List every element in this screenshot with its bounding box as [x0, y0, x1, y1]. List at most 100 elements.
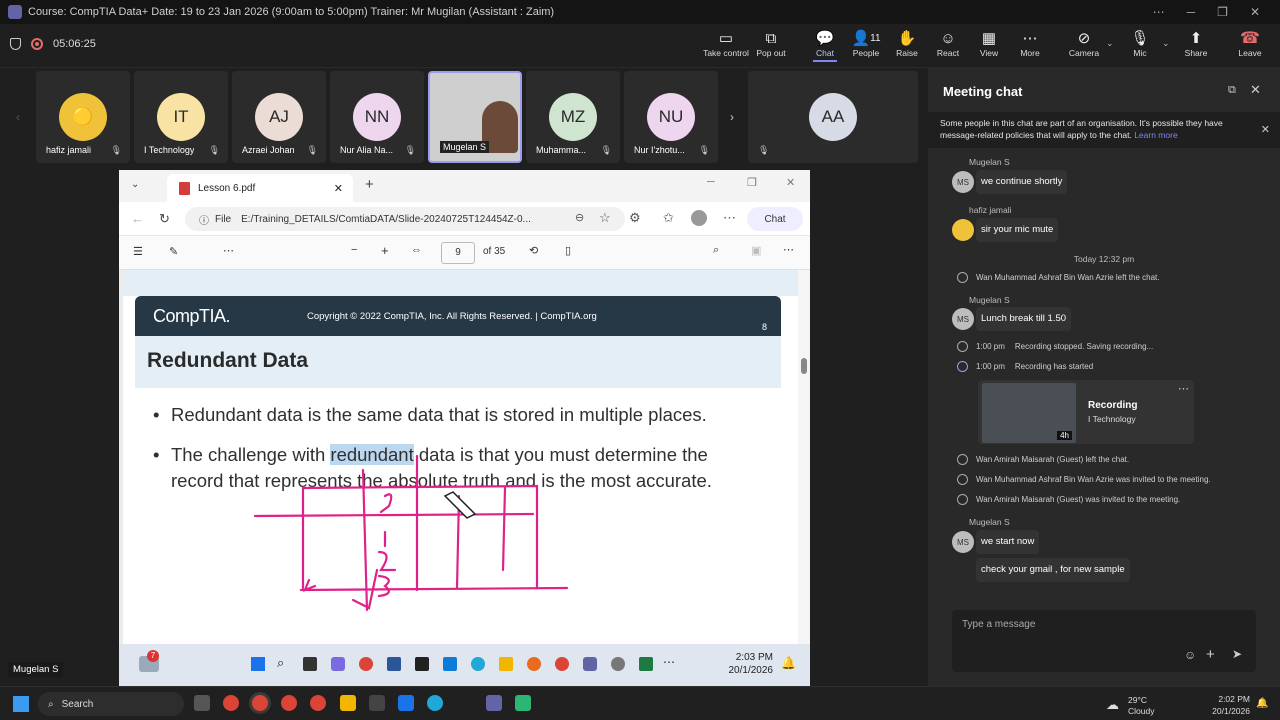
message-compose-box[interactable]: Type a message ☺ + ➤: [952, 610, 1256, 672]
share-button[interactable]: ⬆ Share: [1172, 28, 1220, 58]
participant-tile[interactable]: IT I Technology 🎙: [134, 71, 228, 163]
draw-icon[interactable]: ✎: [169, 245, 178, 258]
app-icon[interactable]: [303, 657, 317, 671]
zoom-out-icon[interactable]: −: [351, 244, 357, 256]
minimize-button[interactable]: ─: [1187, 5, 1196, 19]
taskbar-search[interactable]: ⌕ Search: [38, 692, 184, 716]
recording-card[interactable]: 4h Recording I Technology ⋯: [978, 380, 1194, 444]
save-icon[interactable]: ▣: [751, 244, 761, 257]
settings-icon[interactable]: [611, 657, 625, 671]
strip-next-arrow-icon[interactable]: ›: [730, 110, 734, 124]
learn-more-link[interactable]: Learn more: [1134, 130, 1177, 140]
more-tools-icon[interactable]: ⋯: [223, 244, 234, 257]
file-explorer-icon[interactable]: [340, 695, 356, 711]
close-tab-icon[interactable]: ✕: [334, 182, 343, 195]
app-icon[interactable]: [515, 695, 531, 711]
more-apps-icon[interactable]: ⋯: [663, 655, 675, 669]
minimize-browser-button[interactable]: ─: [707, 176, 715, 188]
pdf-viewer[interactable]: CompTIA. Copyright © 2022 CompTIA, Inc. …: [119, 270, 810, 644]
close-window-button[interactable]: ✕: [1250, 5, 1260, 19]
participant-tile[interactable]: NU Nur I'zhotu... 🎙: [624, 71, 718, 163]
maximize-browser-button[interactable]: ❐: [747, 176, 757, 189]
chrome-icon[interactable]: [310, 695, 326, 711]
participant-tile[interactable]: NN Nur Alia Na... 🎙: [330, 71, 424, 163]
chrome-icon[interactable]: [281, 695, 297, 711]
browser-menu-icon[interactable]: ⋯: [723, 210, 736, 226]
close-browser-button[interactable]: ✕: [786, 176, 795, 189]
app-icon[interactable]: [443, 657, 457, 671]
chat-message[interactable]: we continue shortly: [976, 170, 1068, 194]
chat-message[interactable]: Lunch break till 1.50: [976, 307, 1072, 331]
app-icon[interactable]: [331, 657, 345, 671]
chrome-icon[interactable]: [252, 695, 268, 711]
mic-options-chevron-icon[interactable]: ⌄: [1162, 38, 1170, 49]
task-view-icon[interactable]: [194, 695, 210, 711]
pdf-scrollbar[interactable]: [798, 270, 810, 644]
strip-prev-arrow-icon[interactable]: ‹: [16, 110, 20, 124]
copilot-chat-button[interactable]: Chat: [747, 207, 803, 231]
recording-options-icon[interactable]: ⋯: [1178, 382, 1189, 395]
tab-actions-chevron-icon[interactable]: ⌄: [131, 179, 139, 190]
new-tab-icon[interactable]: +: [365, 176, 374, 193]
chrome-icon[interactable]: [223, 695, 239, 711]
app-icon[interactable]: [398, 695, 414, 711]
camera-options-chevron-icon[interactable]: ⌄: [1106, 38, 1114, 49]
contents-list-icon[interactable]: ☰: [133, 245, 143, 258]
take-control-button[interactable]: ▭ Take control: [702, 28, 750, 58]
close-chat-icon[interactable]: ✕: [1250, 82, 1261, 98]
mic-button[interactable]: 🎙 Mic: [1116, 28, 1164, 58]
notification-bell-icon[interactable]: 🔔: [781, 656, 796, 670]
favorites-icon[interactable]: ✩: [663, 210, 674, 226]
edge-icon[interactable]: [427, 695, 443, 711]
more-button[interactable]: ⋯ More: [1006, 28, 1054, 58]
zoom-in-icon[interactable]: +: [381, 243, 389, 258]
url-field[interactable]: ⓘ File E:/Training_DETAILS/ComtiaDATA/Sl…: [185, 207, 625, 231]
leave-button[interactable]: ☎ Leave: [1232, 28, 1268, 58]
refresh-icon[interactable]: ↻: [159, 211, 170, 227]
app-icon[interactable]: [415, 657, 429, 671]
emoji-icon[interactable]: ☺: [1184, 648, 1196, 662]
add-attachment-icon[interactable]: +: [1206, 646, 1215, 663]
camera-button[interactable]: ⊘ Camera: [1060, 28, 1108, 58]
more-options-icon[interactable]: ⋯: [1153, 5, 1165, 19]
chrome-icon[interactable]: [359, 657, 373, 671]
start-icon[interactable]: [251, 657, 265, 671]
chrome-icon[interactable]: [555, 657, 569, 671]
pop-out-chat-icon[interactable]: ⧉: [1228, 84, 1236, 97]
maximize-button[interactable]: ❐: [1217, 5, 1228, 19]
pop-out-button[interactable]: ⧉ Pop out: [747, 28, 795, 59]
favorite-star-icon[interactable]: ☆: [599, 210, 611, 226]
excel-icon[interactable]: [639, 657, 653, 671]
participant-video-tile[interactable]: Mugelan S: [428, 71, 522, 163]
start-icon[interactable]: [13, 696, 29, 712]
profile-avatar[interactable]: [691, 210, 707, 226]
notification-bell-icon[interactable]: 🔔: [1256, 698, 1268, 709]
fit-width-icon[interactable]: ⇔: [411, 244, 422, 256]
pdf-menu-icon[interactable]: ⋯: [783, 243, 794, 256]
file-explorer-icon[interactable]: [499, 657, 513, 671]
participant-tile[interactable]: AA 🎙: [748, 71, 918, 163]
search-icon[interactable]: ⌕: [277, 655, 284, 671]
teams-icon[interactable]: [486, 695, 502, 711]
tab-lesson-pdf[interactable]: Lesson 6.pdf ✕: [167, 174, 353, 202]
back-arrow-icon[interactable]: ←: [131, 211, 144, 226]
app-icon[interactable]: [369, 695, 385, 711]
chat-message[interactable]: check your gmail , for new sample: [976, 558, 1130, 582]
word-icon[interactable]: [387, 657, 401, 671]
page-view-icon[interactable]: ▯: [565, 244, 571, 257]
chat-message[interactable]: we start now: [976, 530, 1040, 554]
dismiss-notice-icon[interactable]: ✕: [1261, 124, 1270, 136]
firefox-icon[interactable]: [527, 657, 541, 671]
teams-icon[interactable]: [583, 657, 597, 671]
participant-tile[interactable]: 🟡 hafiz jamali 🎙: [36, 71, 130, 163]
participant-tile[interactable]: AJ Azraei Johan 🎙: [232, 71, 326, 163]
rotate-icon[interactable]: ⟲: [529, 244, 538, 257]
extensions-icon[interactable]: ⚙: [629, 210, 641, 226]
scroll-thumb[interactable]: [801, 358, 807, 374]
search-icon[interactable]: ⌕: [713, 244, 719, 257]
participant-tile[interactable]: MZ Muhamma... 🎙: [526, 71, 620, 163]
send-icon[interactable]: ➤: [1232, 647, 1242, 661]
edge-icon[interactable]: [471, 657, 485, 671]
chat-message[interactable]: sir your mic mute: [976, 218, 1059, 242]
page-number-input[interactable]: 9: [441, 242, 475, 264]
